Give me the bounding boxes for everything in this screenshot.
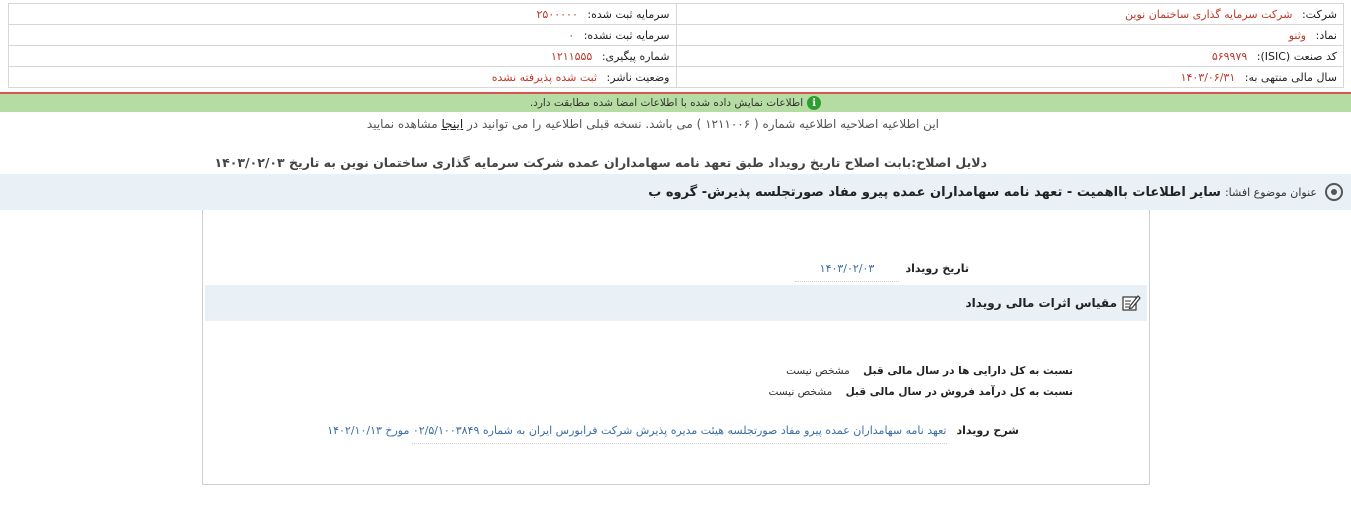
registered-capital-value: ۲۵۰۰۰۰۰ <box>536 7 578 21</box>
company-label: شرکت: <box>1301 7 1337 21</box>
revenue-ratio-value: مشخص نیست <box>768 386 833 398</box>
notice-text: اطلاعات نمایش داده شده با اطلاعات امضا ش… <box>529 97 804 109</box>
unregistered-capital-label: سرمایه ثبت نشده: <box>583 28 670 42</box>
unregistered-capital-value: ۰ <box>568 28 575 42</box>
isic-cell: کد صنعت (ISIC): ۵۶۹۹۷۹ <box>675 45 1344 67</box>
correction-text-after: مشاهده نمایید <box>366 117 438 131</box>
signature-notice-bar: i اطلاعات نمایش داده شده با اطلاعات امضا… <box>0 94 1351 112</box>
info-icon: i <box>807 96 822 110</box>
event-date-value: ۱۴۰۳/۰۲/۰۳ <box>795 262 899 282</box>
event-date-label: تاریخ رویداد <box>905 262 969 275</box>
isic-label: کد صنعت (ISIC): <box>1256 49 1337 63</box>
target-icon <box>1325 183 1343 201</box>
edit-icon <box>1122 295 1141 311</box>
event-panel: تاریخ رویداد ۱۴۰۳/۰۲/۰۳ مقیاس اثرات مالی… <box>202 210 1150 485</box>
previous-version-link[interactable]: اینجا <box>441 117 463 131</box>
symbol-cell: نماد: وثنو <box>675 24 1344 46</box>
fiscal-year-cell: سال مالی منتهی به: ۱۴۰۳/۰۶/۳۱ <box>675 66 1344 88</box>
event-description-label: شرح رویداد <box>956 424 1020 437</box>
company-info-table: شرکت: شرکت سرمایه گذاری ساختمان نوین سرم… <box>8 3 1344 88</box>
fiscal-year-label: سال مالی منتهی به: <box>1244 70 1337 84</box>
assets-ratio-label: نسبت به کل دارایی ها در سال مالی قبل <box>863 365 1073 377</box>
event-description-row: شرح رویداد تعهد نامه سهامداران عمده پیرو… <box>327 424 1020 444</box>
registered-capital-cell: سرمایه ثبت شده: ۲۵۰۰۰۰۰ <box>8 3 677 25</box>
tracking-cell: شماره پیگیری: ۱۲۱۱۵۵۵ <box>8 45 677 67</box>
fiscal-year-value: ۱۴۰۳/۰۶/۳۱ <box>1180 70 1236 84</box>
tracking-value: ۱۲۱۱۵۵۵ <box>550 49 593 63</box>
assets-ratio-row: نسبت به کل دارایی ها در سال مالی قبل مشخ… <box>786 365 1073 377</box>
revenue-ratio-label: نسبت به کل درآمد فروش در سال مالی قبل <box>845 386 1073 398</box>
section-title: مقیاس اثرات مالی رویداد <box>965 296 1117 310</box>
publisher-status-label: وضعیت ناشر: <box>606 70 670 84</box>
correction-notice: این اطلاعیه اصلاحیه اطلاعیه شماره ( ۱۲۱۱… <box>367 117 939 131</box>
assets-ratio-value: مشخص نیست <box>786 365 850 377</box>
publisher-status-value: ثبت شده پذیرفته نشده <box>491 70 598 84</box>
symbol-value: وثنو <box>1288 28 1307 42</box>
event-description-value: تعهد نامه سهامداران عمده پیرو مفاد صورتج… <box>327 424 947 444</box>
company-value: شرکت سرمایه گذاری ساختمان نوین <box>1125 7 1293 21</box>
subject-bar: عنوان موضوع افشا: سایر اطلاعات بااهمیت -… <box>0 174 1351 210</box>
correction-reason: دلایل اصلاح:بابت اصلاح تاریخ رویداد طبق … <box>214 155 988 170</box>
revenue-ratio-row: نسبت به کل درآمد فروش در سال مالی قبل مش… <box>768 386 1073 398</box>
symbol-label: نماد: <box>1315 28 1337 42</box>
financial-impact-section-header: مقیاس اثرات مالی رویداد <box>205 285 1147 321</box>
event-date-row: تاریخ رویداد ۱۴۰۳/۰۲/۰۳ <box>795 262 969 282</box>
tracking-label: شماره پیگیری: <box>601 49 670 63</box>
correction-text-before: این اطلاعیه اصلاحیه اطلاعیه شماره ( ۱۲۱۱… <box>467 117 939 131</box>
subject-title: سایر اطلاعات بااهمیت - تعهد نامه سهامدار… <box>648 184 1221 200</box>
publisher-status-cell: وضعیت ناشر: ثبت شده پذیرفته نشده <box>8 66 677 88</box>
company-cell: شرکت: شرکت سرمایه گذاری ساختمان نوین <box>675 3 1344 25</box>
isic-value: ۵۶۹۹۷۹ <box>1211 49 1248 63</box>
registered-capital-label: سرمایه ثبت شده: <box>587 7 670 21</box>
unregistered-capital-cell: سرمایه ثبت نشده: ۰ <box>8 24 677 46</box>
subject-label: عنوان موضوع افشا: <box>1224 185 1317 199</box>
